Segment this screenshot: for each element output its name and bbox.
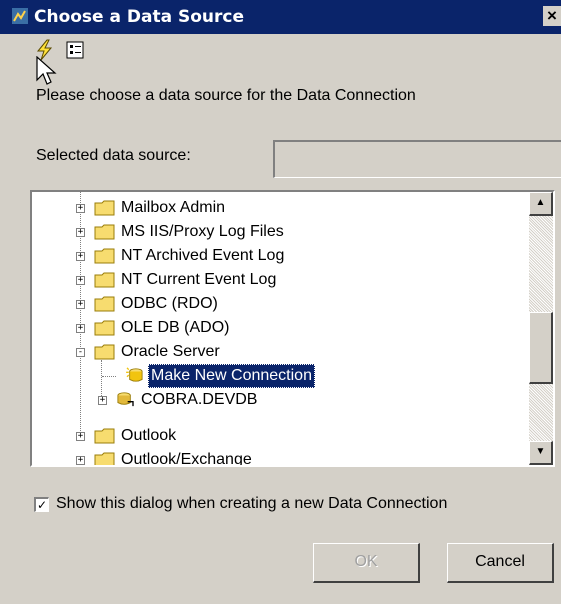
tree-guide-line: [102, 376, 116, 377]
tree-item-cobra-devdb[interactable]: + COBRA.DEVDB: [32, 388, 522, 412]
tree-item-nt-archived-event-log[interactable]: + NT Archived Event Log: [32, 244, 522, 268]
tree-item-ms-iis-proxy[interactable]: + MS IIS/Proxy Log Files: [32, 220, 522, 244]
expand-icon[interactable]: +: [76, 432, 85, 441]
expand-icon[interactable]: +: [76, 204, 85, 213]
mouse-cursor-icon: [36, 56, 57, 85]
tree-item-label: MS IIS/Proxy Log Files: [121, 223, 284, 240]
tree-item-outlook-exchange[interactable]: + Outlook/Exchange: [32, 448, 522, 467]
properties-icon[interactable]: [64, 39, 86, 61]
expand-icon[interactable]: +: [76, 300, 85, 309]
tree-item-mailbox-admin[interactable]: + Mailbox Admin: [32, 196, 522, 220]
scroll-thumb[interactable]: [529, 312, 553, 384]
close-icon: ×: [547, 6, 557, 25]
folder-icon: [94, 248, 115, 264]
show-dialog-label: Show this dialog when creating a new Dat…: [56, 495, 448, 512]
vertical-scrollbar[interactable]: ▲ ▼: [529, 192, 553, 465]
scroll-down-button[interactable]: ▼: [529, 441, 553, 465]
show-dialog-checkbox[interactable]: ✓: [34, 497, 49, 512]
tree-item-label: OLE DB (ADO): [121, 319, 230, 336]
expand-icon[interactable]: +: [76, 456, 85, 465]
tree-item-label: Outlook/Exchange: [121, 451, 252, 467]
folder-icon: [94, 200, 115, 216]
expand-icon[interactable]: +: [98, 396, 107, 405]
tree-item-outlook[interactable]: + Outlook: [32, 424, 522, 448]
tree-item-oracle-server[interactable]: - Oracle Server: [32, 340, 522, 364]
down-arrow-icon: ▼: [535, 446, 546, 457]
tree-item-label: Mailbox Admin: [121, 199, 226, 216]
ok-button[interactable]: OK: [313, 543, 420, 583]
folder-icon: [94, 428, 115, 444]
checkmark-icon: ✓: [36, 498, 48, 512]
tree-item-label: Make New Connection: [148, 364, 315, 388]
new-connection-icon: [126, 367, 143, 382]
expand-icon[interactable]: +: [76, 276, 85, 285]
tree-item-label: NT Archived Event Log: [121, 247, 285, 264]
tree-item-make-new-connection[interactable]: Make New Connection: [32, 364, 522, 388]
collapse-icon[interactable]: -: [76, 348, 85, 357]
folder-icon: [94, 272, 115, 288]
cancel-button[interactable]: Cancel: [447, 543, 554, 583]
expand-icon[interactable]: +: [76, 252, 85, 261]
selected-source-field[interactable]: [273, 140, 561, 178]
database-icon: [117, 392, 134, 407]
app-icon: [12, 8, 28, 24]
folder-icon: [94, 320, 115, 336]
tree-item-label: Outlook: [121, 427, 177, 444]
tree-item-label: Oracle Server: [121, 343, 220, 360]
folder-icon: [94, 296, 115, 312]
folder-icon: [94, 344, 115, 360]
folder-icon: [94, 224, 115, 240]
data-source-tree[interactable]: + Mailbox Admin + MS IIS/Proxy Log Files…: [30, 190, 555, 467]
tree-item-odbc-rdo[interactable]: + ODBC (RDO): [32, 292, 522, 316]
window-title: Choose a Data Source: [34, 7, 245, 27]
instruction-text: Please choose a data source for the Data…: [36, 87, 416, 104]
expand-icon[interactable]: +: [76, 324, 85, 333]
selected-source-label: Selected data source:: [36, 147, 191, 164]
tree-item-ole-db-ado[interactable]: + OLE DB (ADO): [32, 316, 522, 340]
expand-icon[interactable]: +: [76, 228, 85, 237]
tree-item-label: COBRA.DEVDB: [141, 391, 258, 408]
up-arrow-icon: ▲: [535, 197, 546, 208]
folder-icon: [94, 452, 115, 465]
tree-item-label: ODBC (RDO): [121, 295, 218, 312]
title-bar: Choose a Data Source ×: [0, 0, 561, 34]
scroll-up-button[interactable]: ▲: [529, 192, 553, 216]
tree-item-label: NT Current Event Log: [121, 271, 277, 288]
tree-item-nt-current-event-log[interactable]: + NT Current Event Log: [32, 268, 522, 292]
close-button[interactable]: ×: [543, 6, 561, 26]
